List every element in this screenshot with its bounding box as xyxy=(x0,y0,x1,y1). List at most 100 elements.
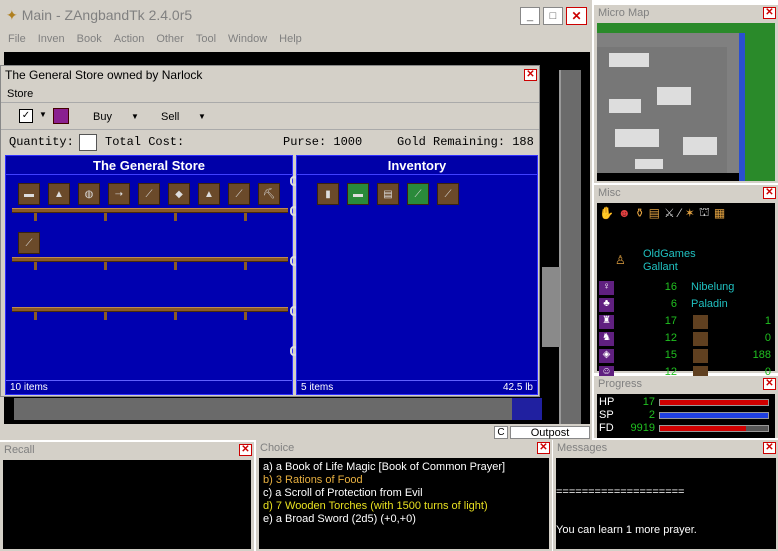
misc-row-icon: ♞ xyxy=(599,332,614,346)
wall-right xyxy=(559,70,581,424)
store-item-arrow-icon[interactable]: ➝ xyxy=(108,183,130,205)
sword-icon[interactable]: ⚔ xyxy=(664,206,675,220)
checkbox-menu-arrow-icon[interactable]: ▼ xyxy=(39,110,47,119)
store-item-oil-icon[interactable]: ◆ xyxy=(168,183,190,205)
star-icon[interactable]: ✶ xyxy=(685,206,695,220)
sell-button[interactable]: Sell xyxy=(161,111,179,123)
messages-title: Messages xyxy=(557,442,608,454)
store-item-shot-icon[interactable]: ⟋ xyxy=(18,232,40,254)
quantity-input[interactable] xyxy=(79,134,97,151)
misc-row-icon: ◈ xyxy=(599,349,614,363)
misc-row-right-icon xyxy=(693,315,708,329)
inventory-item-food-icon[interactable]: ▬ xyxy=(347,183,369,205)
inventory-item-scroll-icon[interactable]: ▤ xyxy=(377,183,399,205)
inventory-item-sword-icon[interactable]: ⟋ xyxy=(437,183,459,205)
misc-row-right-value: 188 xyxy=(752,349,771,361)
total-cost-label: Total Cost: xyxy=(105,135,185,149)
store-item-flask-icon[interactable]: ◍ xyxy=(78,183,100,205)
store-item-cloak-icon[interactable]: ▲ xyxy=(198,183,220,205)
misc-close-button[interactable]: ✕ xyxy=(763,187,776,199)
menu-action[interactable]: Action xyxy=(114,33,145,45)
menu-book[interactable]: Book xyxy=(77,33,102,45)
store-menu[interactable]: Store xyxy=(7,88,33,100)
menu-file[interactable]: File xyxy=(8,33,26,45)
choice-titlebar[interactable]: Choice xyxy=(256,440,552,456)
misc-row-value: 6 xyxy=(670,298,677,310)
choice-close-button[interactable]: ✕ xyxy=(537,442,550,454)
store-titlebar[interactable]: The General Store owned by Narlock xyxy=(1,66,539,84)
shelf-peg xyxy=(174,213,177,221)
floor-strip xyxy=(542,267,560,347)
sell-dropdown-icon[interactable]: ▼ xyxy=(198,112,206,121)
choice-item[interactable]: d) 7 Wooden Torches (with 1500 turns of … xyxy=(263,500,545,513)
store-pane-title: The General Store xyxy=(6,156,292,175)
choice-item[interactable]: e) a Broad Sword (2d5) (+0,+0) xyxy=(263,513,545,526)
minimize-button[interactable]: _ xyxy=(520,7,540,25)
recall-titlebar[interactable]: Recall xyxy=(0,442,254,458)
choice-title: Choice xyxy=(260,442,295,454)
micro-map-titlebar[interactable]: Micro Map xyxy=(594,5,778,21)
close-button[interactable]: ✕ xyxy=(566,7,587,25)
store-info-row: Quantity: Total Cost: Purse: 1000 Gold R… xyxy=(1,131,539,153)
checkbox-menu-icon[interactable]: ✓ xyxy=(19,109,33,123)
recall-window: Recall ✕ xyxy=(0,442,254,551)
message-line: ==================== xyxy=(556,486,685,498)
menu-window[interactable]: Window xyxy=(228,33,267,45)
recall-close-button[interactable]: ✕ xyxy=(239,444,252,456)
micro-map-close-button[interactable]: ✕ xyxy=(763,7,776,19)
hand-icon[interactable]: ✋ xyxy=(599,206,614,220)
buy-button[interactable]: Buy xyxy=(93,111,112,123)
store-item-food-icon[interactable]: ▬ xyxy=(18,183,40,205)
menu-tool[interactable]: Tool xyxy=(196,33,216,45)
store-pane-status: 10 items xyxy=(6,380,292,394)
messages-close-button[interactable]: ✕ xyxy=(763,442,776,454)
main-titlebar[interactable]: ✦ Main - ZAngbandTk 2.4.0r5 xyxy=(0,0,592,30)
micro-map-title: Micro Map xyxy=(598,7,650,19)
menu-help[interactable]: Help xyxy=(279,33,302,45)
store-item-spike-icon[interactable]: ⟋ xyxy=(138,183,160,205)
inventory-item-torch-icon[interactable]: ⟋ xyxy=(407,183,429,205)
inventory-item-book-icon[interactable]: ▮ xyxy=(317,183,339,205)
choice-window: Choice ✕ a) a Book of Life Magic [Book o… xyxy=(256,440,552,551)
progress-titlebar[interactable]: Progress xyxy=(594,376,778,392)
menu-other[interactable]: Other xyxy=(156,33,184,45)
store-item-pick-icon[interactable]: ⛏ xyxy=(258,183,280,205)
flask-icon[interactable]: ⚱ xyxy=(635,206,645,220)
progress-title: Progress xyxy=(598,378,643,390)
choice-item[interactable]: b) 3 Rations of Food xyxy=(263,474,545,487)
misc-row-label: Nibelung xyxy=(691,281,735,293)
misc-row-right-value: 1 xyxy=(764,315,771,327)
menu-inven[interactable]: Inven xyxy=(38,33,65,45)
sp-bar xyxy=(659,412,769,419)
misc-titlebar[interactable]: Misc xyxy=(594,185,778,201)
choice-item[interactable]: c) a Scroll of Protection from Evil xyxy=(263,487,545,500)
chest-icon[interactable]: ▦ xyxy=(714,206,725,220)
buy-dropdown-icon[interactable]: ▼ xyxy=(131,112,139,121)
store-item-shovel-icon[interactable]: ⟋ xyxy=(228,183,250,205)
progress-close-button[interactable]: ✕ xyxy=(763,378,776,390)
messages-panel: ==================== You can learn 1 mor… xyxy=(556,458,776,549)
book-icon[interactable] xyxy=(53,108,69,124)
shelf-peg xyxy=(104,213,107,221)
shelf-peg xyxy=(244,262,247,270)
wand-icon[interactable]: ⁄ xyxy=(679,206,681,220)
store-title: The General Store owned by Narlock xyxy=(5,68,203,82)
mouth-icon[interactable]: ☻ xyxy=(618,206,631,220)
store-close-button[interactable]: ✕ xyxy=(524,69,537,81)
store-item-torch-icon[interactable]: ▲ xyxy=(48,183,70,205)
misc-window: Misc ✕ ✋ ☻ ⚱ ▤ ⚔ ⁄ ✶ ⛫ ▦ ♙ OldGames Gall… xyxy=(594,185,778,380)
misc-row-value: 17 xyxy=(664,315,677,327)
maximize-button[interactable]: □ xyxy=(543,7,563,25)
shelf-peg xyxy=(34,213,37,221)
character-icon: ♙ xyxy=(615,253,626,267)
choice-item[interactable]: a) a Book of Life Magic [Book of Common … xyxy=(263,461,545,474)
tower-icon[interactable]: ⛫ xyxy=(699,205,710,221)
shelf-peg xyxy=(174,262,177,270)
shelf-peg xyxy=(34,312,37,320)
message-line: You can learn 1 more prayer. xyxy=(556,524,697,536)
shelf-peg xyxy=(174,312,177,320)
micro-map-canvas[interactable] xyxy=(597,23,775,181)
store-menubar: Store xyxy=(1,85,539,103)
messages-titlebar[interactable]: Messages xyxy=(553,440,778,456)
scroll-icon[interactable]: ▤ xyxy=(649,206,660,220)
